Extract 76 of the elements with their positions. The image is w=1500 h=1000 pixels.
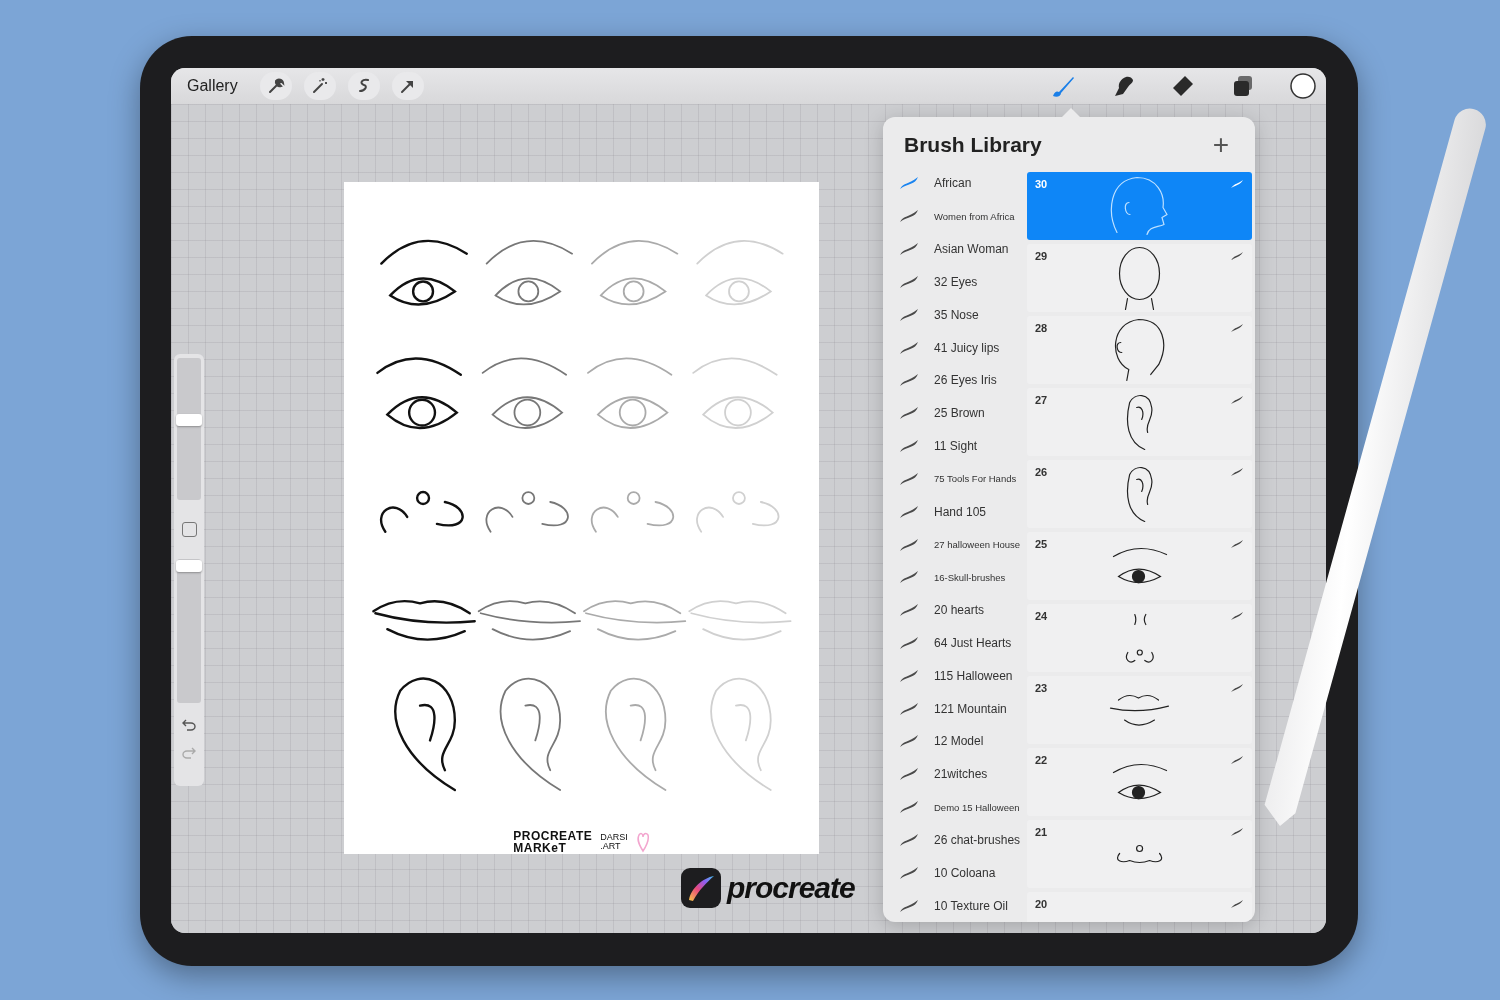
arrow-button[interactable] (391, 72, 424, 100)
brush-card[interactable]: 21 (1027, 820, 1252, 888)
brush-stroke-icon (1230, 755, 1244, 765)
brush-set-item[interactable]: Hand 105 (883, 495, 1027, 529)
brush-stroke-icon (1230, 611, 1244, 621)
brush-stroke-icon (1230, 899, 1244, 909)
brush-set-item[interactable]: 26 chat-brushes (883, 823, 1027, 857)
brush-stroke-icon (1230, 683, 1244, 693)
magic-wand-button[interactable] (303, 72, 336, 100)
brush-set-item[interactable]: 10 Texture Oil (883, 889, 1027, 922)
brush-card[interactable]: 26 (1027, 460, 1252, 528)
brush-set-item[interactable]: Demo 15 Halloween (883, 790, 1027, 824)
brush-preview-drawing (1125, 465, 1154, 523)
brush-preview-drawing (1109, 693, 1170, 727)
brush-card[interactable]: 25 (1027, 532, 1252, 600)
logo-text: .ART (600, 842, 622, 851)
brush-set-item[interactable]: 27 halloween House (883, 528, 1027, 561)
brush-set-item[interactable]: 25 Brown (883, 396, 1027, 430)
brush-stroke-icon (1230, 179, 1244, 189)
app-wordmark: procreate (727, 871, 855, 905)
brush-stroke-icon (1230, 539, 1244, 549)
brush-card[interactable]: 27 (1027, 388, 1252, 456)
brush-set-item[interactable]: 26 Eyes Iris (883, 363, 1027, 397)
selection-button[interactable] (347, 72, 380, 100)
brush-preview-drawing (1113, 318, 1166, 382)
brush-set-item[interactable]: 75 Tools For Hands (883, 462, 1027, 496)
brush-preview-drawing (1124, 612, 1155, 664)
undo-icon[interactable] (181, 717, 197, 731)
brush-set-item[interactable]: 12 Model (883, 725, 1027, 758)
brush-card[interactable]: 22 (1027, 748, 1252, 816)
app-icon (681, 868, 721, 908)
brush-set-item[interactable]: 10 Coloana (883, 856, 1027, 890)
brush-card[interactable]: 30 (1027, 172, 1252, 240)
brush-set-item[interactable]: 64 Just Hearts (883, 626, 1027, 660)
brush-stroke-icon (1230, 251, 1244, 261)
modify-button[interactable] (181, 522, 197, 537)
brush-set-item[interactable]: 20 hearts (883, 593, 1027, 627)
brush-set-item[interactable]: 21witches (883, 757, 1027, 791)
slider-thumb[interactable] (176, 560, 202, 573)
brush-set-item[interactable]: 121 Mountain (883, 692, 1027, 726)
brush-stroke-icon (1230, 467, 1244, 477)
brush-stroke-icon (1230, 395, 1244, 405)
brush-stroke-icon (1230, 323, 1244, 333)
brush-set-item[interactable]: 16-Skull-brushes (883, 560, 1027, 594)
brush-set-item[interactable]: 41 Juicy lips (883, 331, 1027, 364)
gallery-button[interactable]: Gallery (183, 75, 242, 97)
wrench-button[interactable] (259, 72, 292, 100)
brush-preview-drawing (1115, 844, 1164, 864)
brush-preview-drawing (1111, 547, 1168, 585)
slider-thumb[interactable] (176, 414, 202, 427)
brush-set-item[interactable]: Women from Africa (883, 199, 1027, 233)
brush-preview-drawing (1125, 393, 1154, 451)
brush-card[interactable]: 23 (1027, 676, 1252, 744)
panel-title: Brush Library (904, 133, 1042, 157)
brush-set-item[interactable]: Asian Woman (883, 232, 1027, 266)
brush-preview-drawing (1111, 763, 1168, 801)
brush-stroke-icon (1230, 827, 1244, 837)
color-swatch-icon (1289, 72, 1317, 100)
heart-icon (635, 831, 650, 853)
brush-card[interactable]: 28 (1027, 316, 1252, 384)
brush-set-item[interactable]: 115 Halloween (883, 659, 1027, 693)
brush-set-item[interactable]: 11 Sight (883, 429, 1027, 463)
logo-text: PROCREATE (513, 830, 593, 842)
opacity-slider[interactable] (177, 559, 201, 703)
brush-card[interactable]: 29 (1027, 244, 1252, 312)
brush-preview-drawing (1118, 245, 1161, 311)
brush-set-item[interactable]: 35 Nose (883, 298, 1027, 332)
logo-text: DARSI (600, 833, 628, 842)
brush-set-item[interactable]: African (883, 167, 1027, 200)
logo-text: MARKeT (513, 842, 568, 854)
brush-preview-drawing (1110, 176, 1169, 236)
brush-set-item[interactable]: 32 Eyes (883, 265, 1027, 299)
brush-card[interactable]: 20 (1027, 892, 1252, 922)
brush-size-slider[interactable] (177, 358, 201, 500)
brush-card[interactable]: 24 (1027, 604, 1252, 672)
add-button[interactable]: + (1208, 131, 1233, 159)
